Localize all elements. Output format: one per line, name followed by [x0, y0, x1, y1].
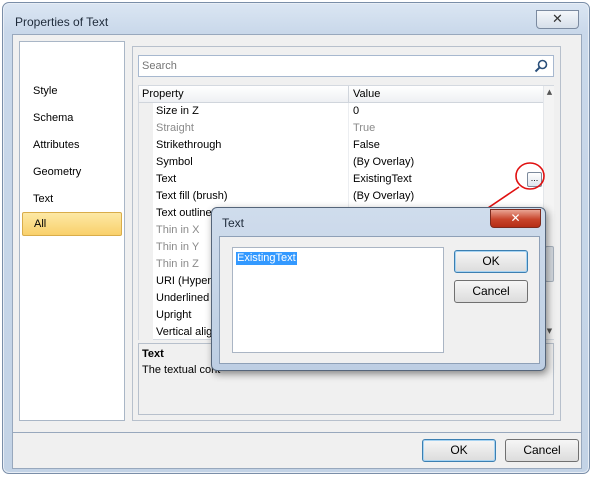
row-gutter	[139, 239, 153, 256]
property-value[interactable]: (By Overlay)	[353, 156, 414, 168]
table-row[interactable]: Symbol (By Overlay)	[139, 154, 543, 171]
row-divider	[348, 103, 349, 120]
grid-header: Property Value	[139, 86, 543, 103]
row-divider	[348, 188, 349, 205]
table-row[interactable]: Text fill (brush) (By Overlay)	[139, 188, 543, 205]
row-gutter	[139, 103, 153, 120]
column-header-value[interactable]: Value	[353, 88, 380, 100]
window-title: Properties of Text	[15, 15, 109, 29]
property-name: Straight	[156, 122, 194, 134]
row-gutter	[139, 120, 153, 137]
sidebar-item-geometry[interactable]: Geometry	[22, 160, 122, 184]
text-dialog-ok-button[interactable]: OK	[454, 250, 528, 273]
property-value[interactable]: False	[353, 139, 380, 151]
ok-button[interactable]: OK	[422, 439, 496, 462]
row-divider	[348, 137, 349, 154]
table-row[interactable]: Text ExistingText...	[139, 171, 543, 188]
row-gutter	[139, 307, 153, 324]
column-divider[interactable]	[348, 86, 349, 103]
category-sidebar: Style Schema Attributes Geometry Text Al…	[19, 41, 125, 421]
sidebar-item-attributes[interactable]: Attributes	[22, 133, 122, 157]
property-value[interactable]: (By Overlay)	[353, 190, 414, 202]
scroll-down-icon[interactable]: ▼	[545, 327, 554, 337]
search-box	[138, 55, 554, 77]
row-gutter	[139, 188, 153, 205]
text-dialog-cancel-button[interactable]: Cancel	[454, 280, 528, 303]
text-dialog-close-button[interactable]: ✕	[490, 209, 541, 228]
property-name: Text	[156, 173, 177, 185]
row-divider	[348, 154, 349, 171]
row-gutter	[139, 205, 153, 222]
sidebar-item-text[interactable]: Text	[22, 187, 122, 211]
sidebar-item-style[interactable]: Style	[22, 79, 122, 103]
scroll-up-icon[interactable]: ▲	[545, 88, 554, 98]
selected-text[interactable]: ExistingText	[236, 252, 297, 265]
sidebar-item-all[interactable]: All	[22, 212, 122, 236]
search-icon[interactable]	[533, 59, 549, 73]
table-row[interactable]: Strikethrough False	[139, 137, 543, 154]
row-gutter	[139, 171, 153, 188]
ellipsis-button[interactable]: ...	[527, 172, 542, 187]
description-title: Text	[142, 348, 164, 360]
cancel-button[interactable]: Cancel	[505, 439, 579, 462]
text-dialog-client: ExistingText OK Cancel	[219, 236, 540, 364]
text-edit-dialog: Text ✕ ExistingText OK Cancel	[211, 207, 546, 371]
text-dialog-title: Text	[222, 216, 245, 230]
row-divider	[348, 120, 349, 137]
search-input[interactable]	[139, 56, 529, 76]
row-gutter	[139, 222, 153, 239]
row-gutter	[139, 290, 153, 307]
row-gutter	[139, 273, 153, 290]
sidebar-item-schema[interactable]: Schema	[22, 106, 122, 130]
property-name: Strikethrough	[156, 139, 222, 151]
property-name: Symbol	[156, 156, 193, 168]
row-gutter	[139, 324, 153, 341]
row-gutter	[139, 154, 153, 171]
dialog-button-bar: OK Cancel	[12, 433, 582, 469]
window-close-button[interactable]: ✕	[536, 10, 579, 29]
table-row[interactable]: Size in Z 0	[139, 103, 543, 120]
column-header-property[interactable]: Property	[142, 88, 184, 100]
description-text: The textual cont	[142, 364, 221, 376]
scroll-thumb[interactable]	[545, 246, 554, 282]
property-name: Text fill (brush)	[156, 190, 228, 202]
row-gutter	[139, 137, 153, 154]
property-value[interactable]: True	[353, 122, 375, 134]
property-value[interactable]: 0	[353, 105, 359, 117]
property-name: Size in Z	[156, 105, 199, 117]
row-gutter	[139, 256, 153, 273]
table-row[interactable]: Straight True	[139, 120, 543, 137]
text-dialog-textarea[interactable]: ExistingText	[232, 247, 444, 353]
property-value[interactable]: ExistingText	[353, 173, 412, 185]
row-divider	[348, 171, 349, 188]
